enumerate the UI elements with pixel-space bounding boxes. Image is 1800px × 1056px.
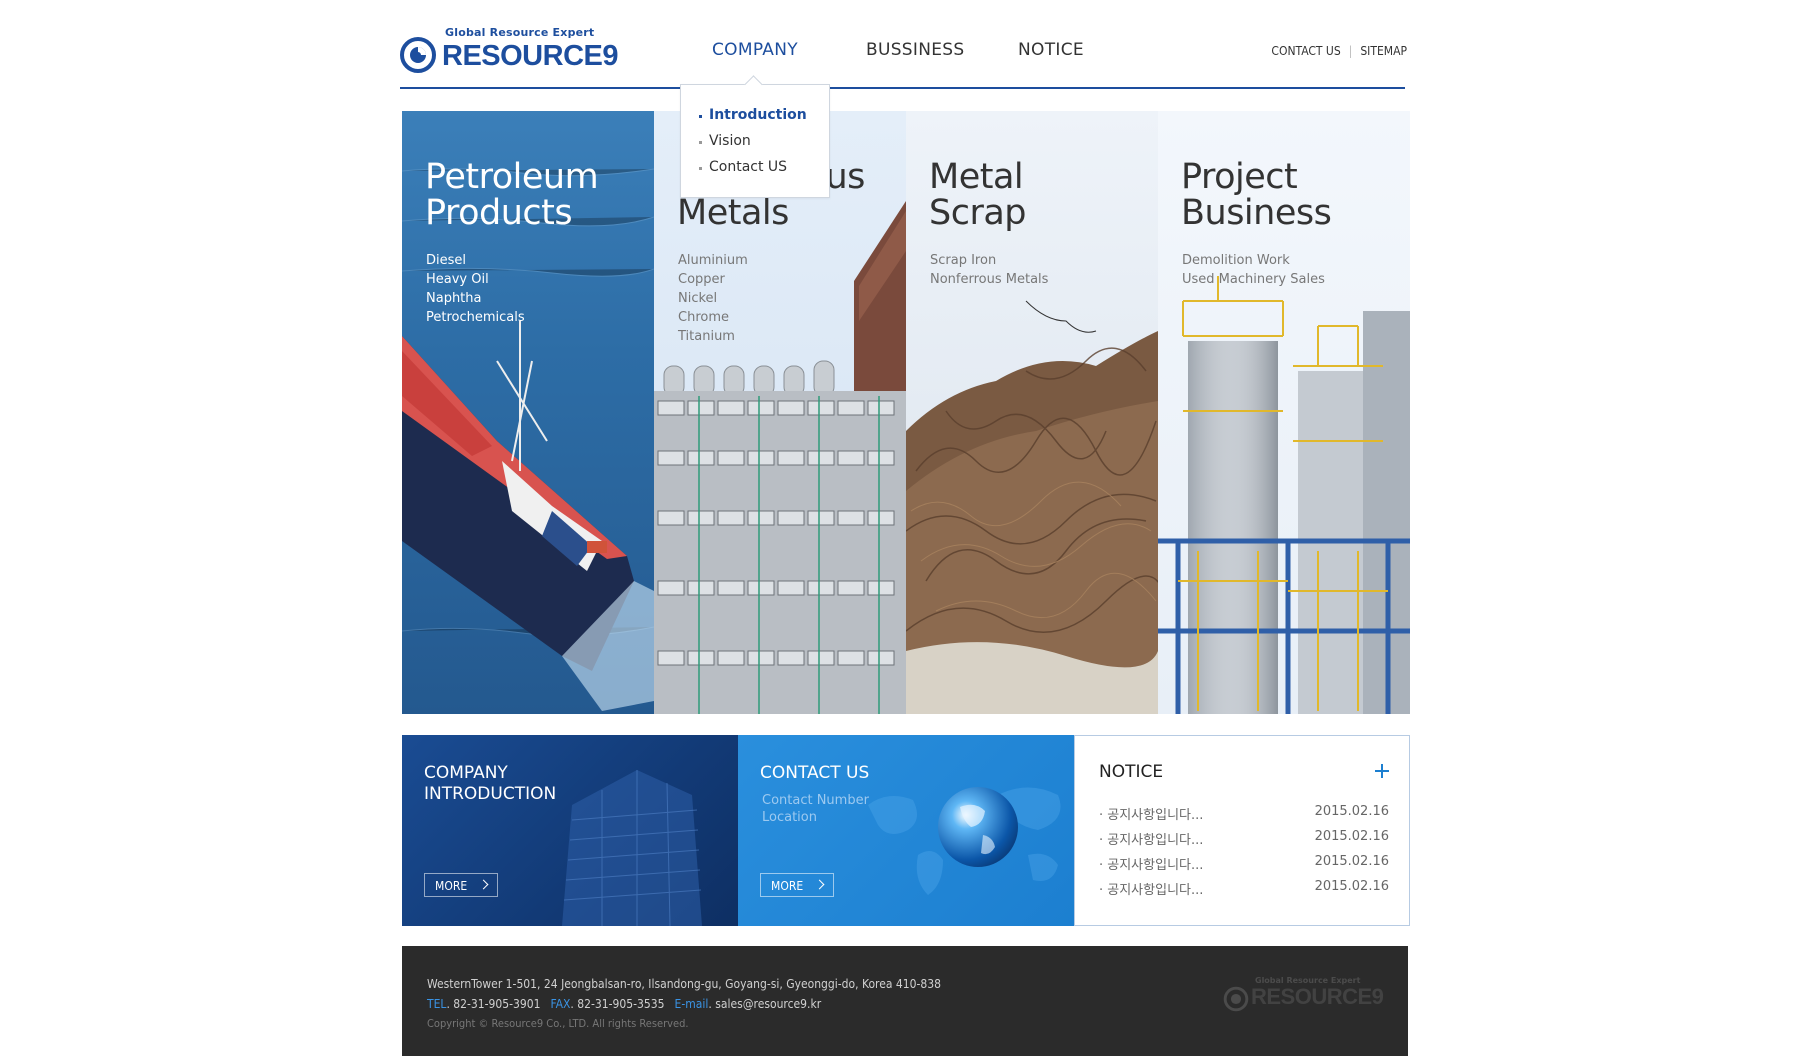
company-introduction-box[interactable]: COMPANY INTRODUCTION MORE [402,735,738,926]
utility-links: CONTACT US | SITEMAP [1271,44,1407,58]
panel-item: Nickel [678,291,718,306]
intro-more-button[interactable]: MORE [424,873,498,897]
panel-item: Titanium [678,329,735,344]
box-title: NOTICE [1099,762,1164,782]
panel-item: Heavy Oil [426,272,489,287]
panel-item: Petrochemicals [426,310,525,325]
contact-number-link[interactable]: Contact Number [762,792,869,809]
footer-logo-wordmark: RESOURCE9 [1251,984,1384,1009]
panel-item: Chrome [678,310,729,325]
tel-value: . 82-31-905-3901 [446,997,541,1011]
box-title: COMPANY INTRODUCTION [424,763,557,804]
contact-us-box[interactable]: CONTACT US Contact Number Location MORE [738,735,1074,926]
logo-wordmark: RESOURCE9 [442,40,619,72]
panel-item: Diesel [426,253,467,268]
panel-petroleum-products[interactable]: Petroleum Products Diesel Heavy Oil Napht… [402,111,654,714]
panel-title: Metal Scrap [929,157,1027,233]
footer-copyright: Copyright © Resource9 Co., LTD. All righ… [427,1017,689,1030]
notice-item: · 공지사항입니다... 2015.02.16 [1099,879,1389,904]
notice-item: · 공지사항입니다... 2015.02.16 [1099,804,1389,829]
dropdown-item-vision[interactable]: Vision [699,133,829,159]
util-sitemap-link[interactable]: SITEMAP [1360,44,1407,58]
plus-icon[interactable] [1375,764,1389,778]
panel-item: Copper [678,272,725,287]
notice-date: 2015.02.16 [1314,829,1389,844]
notice-list: · 공지사항입니다... 2015.02.16 · 공지사항입니다... 201… [1099,804,1389,904]
contact-link-list: Contact Number Location [762,792,869,826]
panel-item: Naphtha [426,291,482,306]
more-button-label: MORE [771,879,804,893]
location-link[interactable]: Location [762,809,869,826]
business-hero: Petroleum Products Diesel Heavy Oil Napht… [402,111,1410,714]
panel-item-list: Aluminium Copper Nickel Chrome Titanium [678,251,748,346]
footer-contact-line: TEL. 82-31-905-3901 FAX. 82-31-905-3535 E-… [427,997,821,1011]
chevron-right-icon [478,879,489,890]
notice-item: · 공지사항입니다... 2015.02.16 [1099,829,1389,854]
panel-item-list: Diesel Heavy Oil Naphtha Petrochemicals [426,251,525,327]
panel-item: Nonferrous Metals [930,272,1049,287]
quick-boxes: COMPANY INTRODUCTION MORE CONTACT US Con… [402,735,1410,926]
notice-title-link[interactable]: · 공지사항입니다... [1099,854,1203,873]
notice-title-link[interactable]: · 공지사항입니다... [1099,879,1203,898]
panel-project-business[interactable]: Project Business Demolition Work Used Mac… [1158,111,1410,714]
panel-item: Demolition Work [1182,253,1290,268]
panel-item: Aluminium [678,253,748,268]
box-title: CONTACT US [760,763,870,783]
page: Global Resource Expert RESOURCE9 COMPANY… [0,0,1800,1056]
nav-company[interactable]: COMPANY [712,40,798,60]
tel-label: TEL [427,997,447,1011]
fax-value: . 82-31-905-3535 [570,997,665,1011]
header-divider [400,87,1405,89]
panel-item: Used Machinery Sales [1182,272,1325,287]
notice-date: 2015.02.16 [1314,854,1389,869]
panel-title: Project Business [1181,157,1332,233]
footer-logo: Global Resource Expert RESOURCE9 [1223,976,1384,1016]
util-separator: | [1348,44,1353,58]
util-contact-us-link[interactable]: CONTACT US [1271,44,1340,58]
logo-ring-icon [400,37,436,73]
dropdown-item-contact-us[interactable]: Contact US [699,159,829,185]
contact-more-button[interactable]: MORE [760,873,834,897]
panel-item: Scrap Iron [930,253,997,268]
chevron-right-icon [814,879,825,890]
site-logo[interactable]: Global Resource Expert RESOURCE9 [400,26,620,76]
more-button-label: MORE [435,879,468,893]
panel-title: Petroleum Products [425,157,599,233]
notice-box: NOTICE · 공지사항입니다... 2015.02.16 · 공지사항입니다… [1074,735,1410,926]
panel-item-list: Demolition Work Used Machinery Sales [1182,251,1325,289]
site-footer: WesternTower 1-501, 24 Jeongbalsan-ro, I… [402,946,1408,1056]
logo-ring-icon [1223,986,1249,1012]
panel-item-list: Scrap Iron Nonferrous Metals [930,251,1048,289]
notice-date: 2015.02.16 [1314,804,1389,819]
company-dropdown-menu: Introduction Vision Contact US [680,75,830,198]
notice-date: 2015.02.16 [1314,879,1389,894]
notice-item: · 공지사항입니다... 2015.02.16 [1099,854,1389,879]
fax-label: FAX [550,997,571,1011]
notice-title-link[interactable]: · 공지사항입니다... [1099,804,1203,823]
panel-nonferrous-metals[interactable]: NonferrousMetals Aluminium Copper Nickel… [654,111,906,714]
footer-address: WesternTower 1-501, 24 Jeongbalsan-ro, I… [427,977,942,991]
nav-bussiness[interactable]: BUSSINESS [866,40,964,60]
email-value: . sales@resource9.kr [708,997,822,1011]
notice-title-link[interactable]: · 공지사항입니다... [1099,829,1203,848]
dropdown-item-introduction[interactable]: Introduction [699,107,829,133]
email-label: E-mail [674,997,709,1011]
nav-notice[interactable]: NOTICE [1018,40,1084,60]
panel-metal-scrap[interactable]: Metal Scrap Scrap Iron Nonferrous Metals [906,111,1158,714]
